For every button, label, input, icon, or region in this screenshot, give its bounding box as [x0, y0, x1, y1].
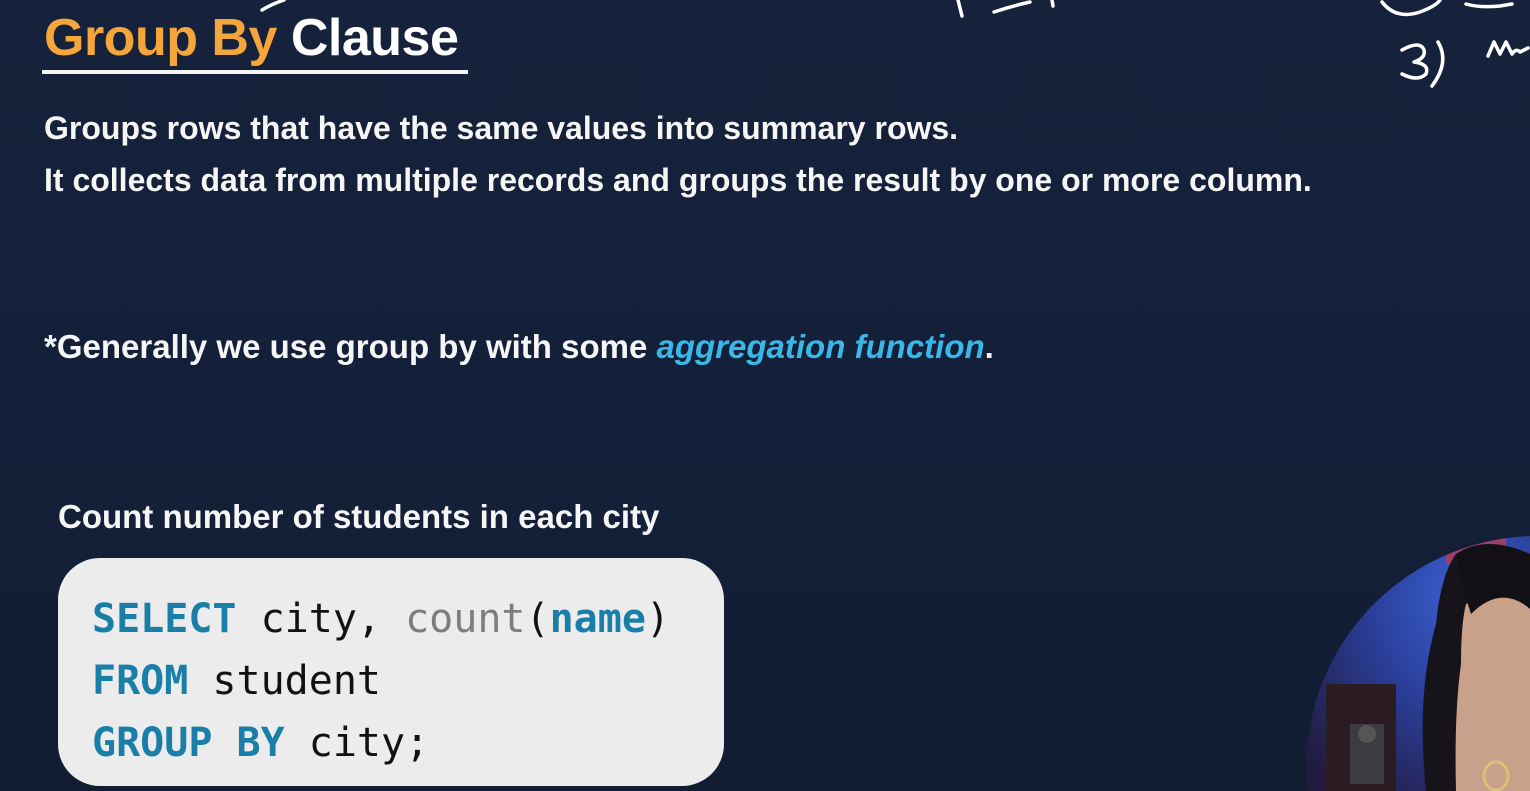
code-line-group-by: GROUP BY city;: [92, 712, 724, 774]
code-identifier: city,: [236, 596, 406, 642]
code-keyword: SELECT: [92, 596, 237, 642]
title-underline: [42, 70, 468, 74]
code-argument: name: [549, 596, 646, 642]
code-line-from: FROM student: [92, 650, 724, 712]
code-identifier: city;: [284, 720, 430, 766]
note-highlight: aggregation function: [656, 328, 985, 365]
slide-title: Group By Clause: [44, 6, 459, 70]
code-line-select: SELECT city, count(name): [92, 588, 724, 650]
note-suffix: .: [984, 328, 994, 365]
code-paren-open: (: [525, 596, 550, 642]
description-line-2: It collects data from multiple records a…: [44, 162, 1312, 198]
note-prefix: *Generally we use group by with some: [44, 328, 657, 365]
code-keyword: GROUP BY: [92, 720, 285, 766]
aggregation-note: *Generally we use group by with some agg…: [44, 326, 994, 368]
code-paren-close: ): [645, 596, 671, 642]
code-function: count: [405, 596, 526, 642]
description-line-1: Groups rows that have the same values in…: [44, 110, 959, 146]
presenter-webcam-icon: [1306, 514, 1530, 791]
title-rest: Clause: [290, 9, 459, 67]
title-accent: Group By: [44, 9, 277, 67]
code-keyword: FROM: [92, 658, 189, 704]
slide: Group By Clause Groups rows that have th…: [0, 0, 1530, 791]
code-block: SELECT city, count(name) FROM student GR…: [58, 558, 724, 786]
code-identifier: student: [188, 658, 381, 704]
example-caption: Count number of students in each city: [58, 498, 660, 535]
